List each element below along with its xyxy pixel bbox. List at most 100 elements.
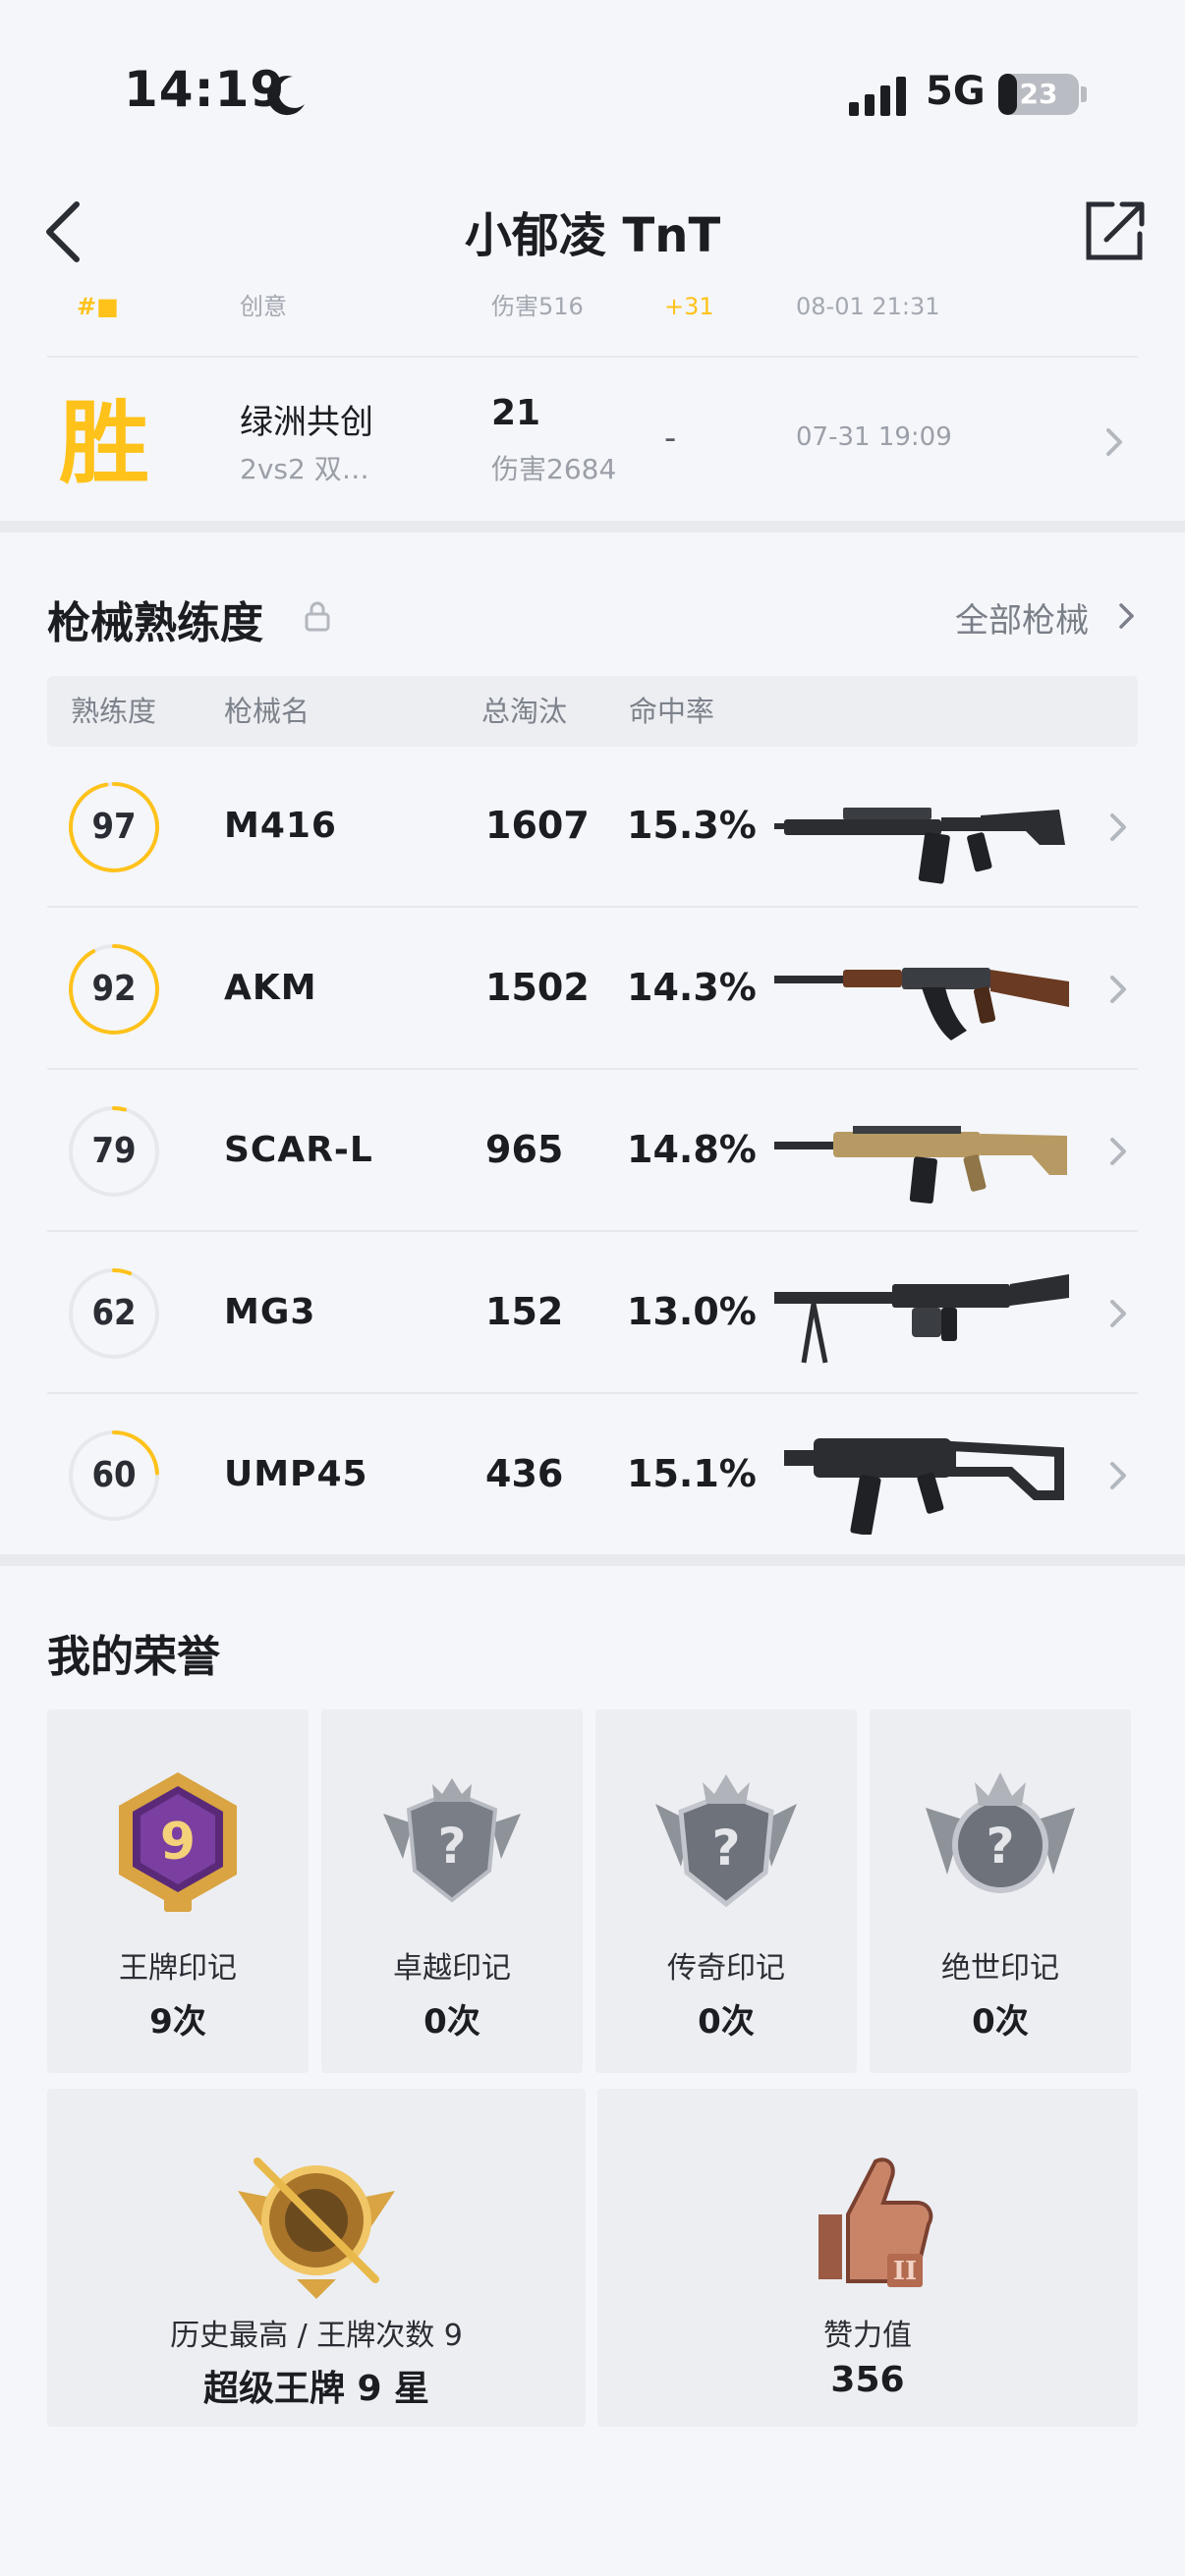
match-row[interactable]: 胜 绿洲共创 2vs2 双… 21 伤害2684 - 07-31 19:09 — [0, 358, 1185, 523]
chevron-right-icon — [1110, 976, 1126, 1003]
weapon-image — [774, 808, 1065, 884]
match-rank: - — [664, 419, 677, 458]
honor-count: 0次 — [698, 2002, 755, 2042]
likes-card[interactable]: II 赞力值 356 — [597, 2089, 1138, 2427]
ace-emblem-icon: 9 — [119, 1772, 237, 1912]
weapon-kills: 1502 — [485, 966, 590, 1009]
match-rank-change: +31 — [664, 293, 714, 320]
likes-label: 赞力值 — [823, 2319, 912, 2353]
match-damage: 伤害516 — [491, 293, 584, 320]
svg-text:?: ? — [711, 1820, 740, 1876]
weapon-accuracy: 13.0% — [627, 1290, 757, 1333]
weapon-accuracy: 15.3% — [627, 804, 757, 847]
lock-icon[interactable] — [301, 597, 334, 637]
back-button[interactable] — [37, 193, 96, 271]
battery-tip — [1081, 86, 1087, 102]
share-icon[interactable] — [1079, 196, 1150, 267]
highest-rank-card[interactable]: 历史最高 / 王牌次数 9 超级王牌 9 星 — [47, 2089, 586, 2427]
weapon-image — [774, 1274, 1069, 1364]
weapon-row[interactable]: 92 AKM 1502 14.3% — [47, 909, 1138, 1070]
weapon-name: MG3 — [224, 1292, 316, 1332]
weapon-kills: 1607 — [485, 804, 590, 847]
chevron-right-icon — [1110, 813, 1126, 841]
honor-card-peerless[interactable]: ? 绝世印记 0次 — [870, 1709, 1131, 2073]
all-weapons-label: 全部枪械 — [955, 601, 1089, 641]
svg-text:II: II — [893, 2257, 917, 2286]
svg-text:?: ? — [986, 1818, 1014, 1875]
weapon-row[interactable]: 60 UMP45 436 15.1% — [47, 1395, 1138, 1556]
honor-card-excellence[interactable]: ? 卓越印记 0次 — [321, 1709, 583, 2073]
weapon-name: SCAR-L — [224, 1130, 373, 1170]
match-time: 08-01 21:31 — [796, 293, 940, 320]
result-badge: 胜 — [59, 391, 150, 496]
thumbs-up-icon: II — [818, 2157, 933, 2287]
weapon-accuracy: 14.8% — [627, 1128, 757, 1171]
weapon-name: M416 — [224, 806, 337, 846]
honor-card-legend[interactable]: ? 传奇印记 0次 — [595, 1709, 857, 2073]
match-damage: 伤害2684 — [491, 453, 617, 485]
ace-rank-emblem-icon — [238, 2157, 395, 2299]
header-kills: 总淘汰 — [481, 695, 568, 728]
battery-percent: 23 — [1019, 78, 1058, 110]
header-accuracy: 命中率 — [629, 695, 715, 728]
network-label: 5G — [926, 69, 986, 114]
proficiency-value: 79 — [91, 1131, 137, 1171]
match-time: 07-31 19:09 — [796, 422, 952, 452]
weapon-name: UMP45 — [224, 1454, 368, 1494]
honor-label: 卓越印记 — [393, 1951, 511, 1986]
locked-emblem-icon: ? — [926, 1772, 1075, 1893]
match-mode: 绿洲共创 — [240, 403, 373, 442]
match-mode-sub: 2vs2 双… — [240, 453, 369, 485]
proficiency-value: 60 — [91, 1455, 137, 1495]
proficiency-value: 97 — [91, 807, 137, 847]
weapon-row[interactable]: 79 SCAR-L 965 14.8% — [47, 1071, 1138, 1232]
honor-label: 王牌印记 — [119, 1951, 237, 1986]
moon-icon — [267, 76, 305, 116]
honors-section-title: 我的荣誉 — [47, 1632, 220, 1682]
locked-emblem-icon: ? — [655, 1774, 797, 1908]
weapon-accuracy: 15.1% — [627, 1452, 757, 1495]
honor-label: 传奇印记 — [667, 1951, 785, 1986]
proficiency-value: 92 — [91, 969, 137, 1009]
section-separator — [0, 521, 1185, 532]
honor-count: 0次 — [972, 2002, 1029, 2042]
header-proficiency: 熟练度 — [71, 695, 157, 728]
weapon-name: AKM — [224, 968, 317, 1008]
proficiency-value: 62 — [91, 1293, 137, 1333]
honor-count: 0次 — [423, 2002, 480, 2042]
likes-value: 356 — [830, 2360, 905, 2400]
weapon-kills: 152 — [485, 1290, 564, 1333]
section-separator — [0, 1554, 1185, 1566]
weapons-table-header: 熟练度 枪械名 总淘汰 命中率 — [47, 676, 1138, 747]
honor-label: 绝世印记 — [941, 1951, 1059, 1986]
match-rank-badge: #■ — [77, 293, 119, 320]
ace-badge-number: 9 — [160, 1813, 196, 1872]
weapons-section-title: 枪械熟练度 — [47, 598, 263, 648]
chevron-right-icon — [1110, 1462, 1126, 1489]
match-kills: 21 — [491, 393, 541, 433]
weapon-list: 97 M416 1607 15.3% 92 AKM 1502 14.3% 79 SCAR-L 965… — [0, 747, 1185, 1552]
weapon-accuracy: 14.3% — [627, 966, 757, 1009]
chevron-right-icon — [1106, 428, 1122, 456]
weapon-row[interactable]: 62 MG3 152 13.0% — [47, 1233, 1138, 1394]
weapon-image — [774, 968, 1069, 1040]
weapon-kills: 436 — [485, 1452, 564, 1495]
svg-text:?: ? — [437, 1818, 466, 1875]
highest-rank-value: 超级王牌 9 星 — [202, 2369, 430, 2409]
page-title: 小郁凌 TnT — [464, 208, 721, 263]
match-row-partial[interactable]: #■ 创意 伤害516 +31 08-01 21:31 — [47, 287, 1138, 336]
honor-card-ace[interactable]: 9 王牌印记 9次 — [47, 1709, 309, 2073]
honor-count: 9次 — [149, 2002, 206, 2042]
chevron-right-icon — [1110, 1138, 1126, 1165]
weapon-image — [784, 1438, 1064, 1535]
locked-emblem-icon: ? — [383, 1778, 521, 1903]
chevron-right-icon — [1110, 1300, 1126, 1327]
match-mode: 创意 — [240, 293, 287, 320]
status-time: 14:19 — [124, 61, 286, 118]
weapon-row[interactable]: 97 M416 1607 15.3% — [47, 747, 1138, 908]
weapon-kills: 965 — [485, 1128, 564, 1171]
chevron-right-icon — [1119, 603, 1134, 629]
battery-icon: 23 — [998, 74, 1079, 115]
weapon-image — [774, 1126, 1067, 1204]
all-weapons-link[interactable]: 全部枪械 — [955, 593, 1134, 642]
